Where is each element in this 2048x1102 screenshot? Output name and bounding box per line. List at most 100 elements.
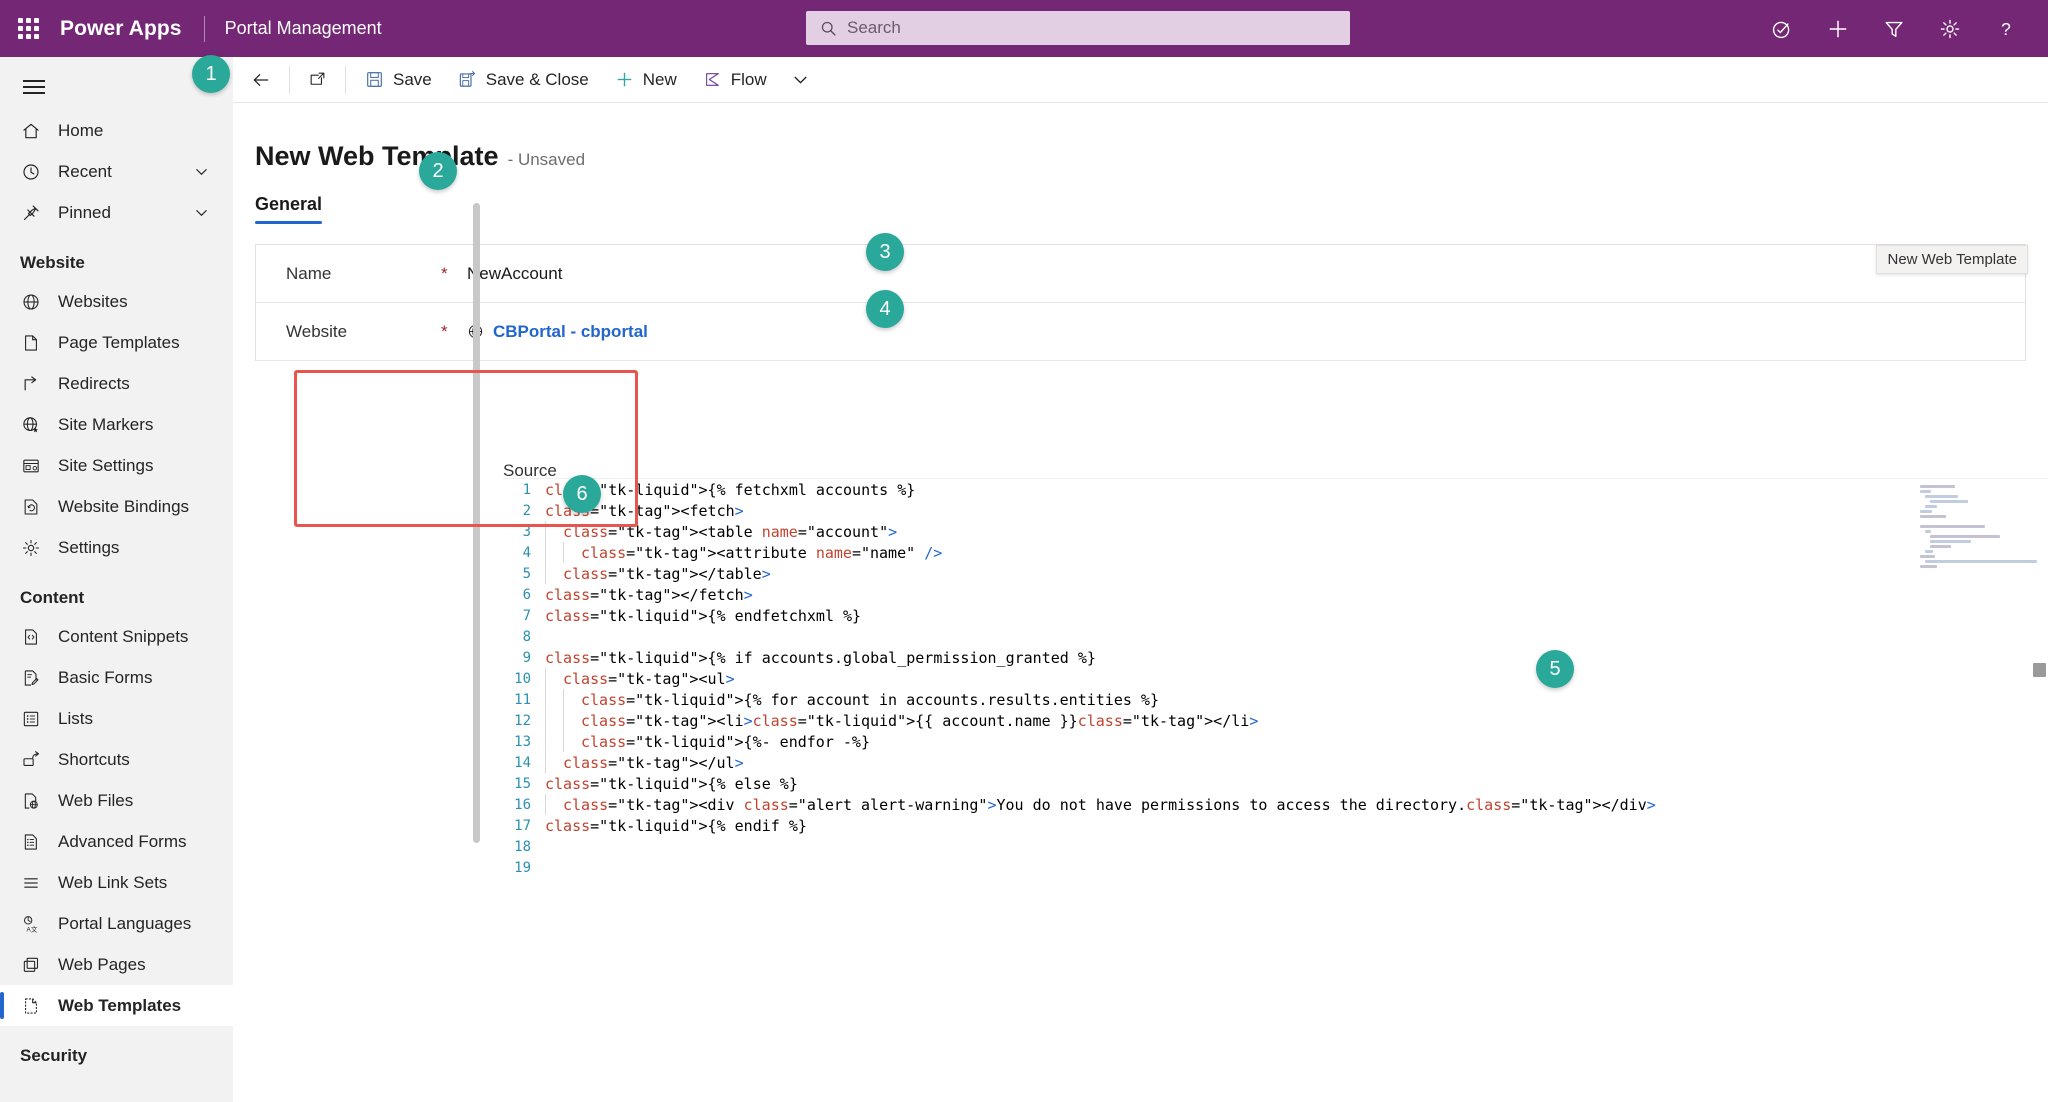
line-number: 9 xyxy=(522,649,531,666)
sidebar-item-recent[interactable]: Recent xyxy=(0,151,233,192)
website-field-label: Website xyxy=(286,321,348,341)
sidebar-item-lists[interactable]: Lists xyxy=(0,698,233,739)
line-number: 5 xyxy=(522,565,531,582)
brand-title[interactable]: Power Apps xyxy=(60,17,182,41)
code-line[interactable]: 17 class="tk-liquid">{% endif %} xyxy=(503,815,2048,836)
code-line[interactable]: 4 class="tk-tag"><attribute name="name" /… xyxy=(503,542,2048,563)
popout-button[interactable] xyxy=(290,57,345,103)
gear-icon[interactable] xyxy=(1922,0,1978,57)
code-line[interactable]: 12 class="tk-tag"><li>class="tk-liquid">{… xyxy=(503,710,2048,731)
form-scrollbar[interactable] xyxy=(473,203,480,843)
code-line[interactable]: 11 class="tk-liquid">{% for account in ac… xyxy=(503,689,2048,710)
code-line[interactable]: 10 class="tk-tag"><ul> xyxy=(503,668,2048,689)
gear-icon xyxy=(20,537,42,559)
sidebar-item-web-link-sets[interactable]: Web Link Sets xyxy=(0,862,233,903)
line-number: 6 xyxy=(522,586,531,603)
code-line[interactable]: 13 class="tk-liquid">{%- endfor -%} xyxy=(503,731,2048,752)
code-line[interactable]: 14 class="tk-tag"></ul> xyxy=(503,752,2048,773)
editor-minimap[interactable] xyxy=(1920,485,2037,568)
code-text: class="tk-liquid">{% endif %} xyxy=(545,816,807,835)
code-text: class="tk-tag"></ul> xyxy=(563,753,744,772)
code-text: class="tk-tag"></table> xyxy=(563,564,771,583)
save-close-icon xyxy=(459,71,475,87)
indent-guide xyxy=(545,710,563,731)
save-button-label: Save xyxy=(393,69,432,89)
code-text: class="tk-tag"><li>class="tk-liquid">{{ … xyxy=(581,711,1259,730)
code-line[interactable]: 16 class="tk-tag"><div class="alert alert… xyxy=(503,794,2048,815)
app-launcher-button[interactable] xyxy=(0,0,56,57)
main-content-area: Save Save & Close New Flow New Web Templ… xyxy=(233,57,2048,1102)
sidebar-item-pinned[interactable]: Pinned xyxy=(0,192,233,233)
app-name[interactable]: Portal Management xyxy=(225,18,382,39)
name-field-value: NewAccount xyxy=(467,263,563,283)
code-line[interactable]: 9 class="tk-liquid">{% if accounts.global… xyxy=(503,647,2048,668)
sidebar-item-web-pages[interactable]: Web Pages xyxy=(0,944,233,985)
settings-panel-icon xyxy=(20,455,42,477)
clock-icon xyxy=(20,161,42,183)
code-line[interactable]: 3 class="tk-tag"><table name="account"> xyxy=(503,521,2048,542)
line-number: 7 xyxy=(522,607,531,624)
chevron-down-icon[interactable] xyxy=(194,205,209,220)
sidebar-item-shortcuts[interactable]: Shortcuts xyxy=(0,739,233,780)
sidebar-item-home[interactable]: Home xyxy=(0,110,233,151)
sidebar-item-websites[interactable]: Websites xyxy=(0,281,233,322)
annotation-badge-2: 2 xyxy=(419,152,457,190)
line-number: 15 xyxy=(514,775,531,792)
code-text: class="tk-tag"><attribute name="name" /> xyxy=(581,543,943,562)
back-button[interactable] xyxy=(233,57,289,103)
sidebar-item-settings[interactable]: Settings xyxy=(0,527,233,568)
bindings-icon xyxy=(20,496,42,518)
line-number: 8 xyxy=(522,628,531,645)
minimap-line xyxy=(1920,485,1955,488)
code-line[interactable]: 18 xyxy=(503,836,2048,857)
code-line[interactable]: 15 class="tk-liquid">{% else %} xyxy=(503,773,2048,794)
search-icon xyxy=(820,20,837,37)
tab-general[interactable]: General xyxy=(255,194,323,224)
editor-vertical-scrollbar[interactable] xyxy=(2033,663,2046,677)
overflow-chevron-button[interactable] xyxy=(780,57,821,103)
code-line[interactable]: 6 class="tk-tag"></fetch> xyxy=(503,584,2048,605)
sidebar-item-redirects[interactable]: Redirects xyxy=(0,363,233,404)
advanced-form-icon xyxy=(20,831,42,853)
code-line[interactable]: 7 class="tk-liquid">{% endfetchxml %} xyxy=(503,605,2048,626)
new-icon[interactable] xyxy=(1810,0,1866,57)
filter-icon[interactable] xyxy=(1866,0,1922,57)
form-edit-icon xyxy=(20,667,42,689)
flow-button[interactable]: Flow xyxy=(690,57,780,103)
save-button[interactable]: Save xyxy=(352,57,445,103)
sidebar-item-web-templates[interactable]: Web Templates xyxy=(0,985,233,1026)
nav-toggle-button[interactable] xyxy=(10,64,58,110)
code-line[interactable]: 8 xyxy=(503,626,2048,647)
sidebar-item-portal-languages[interactable]: A文 Portal Languages xyxy=(0,903,233,944)
sidebar-item-label: Home xyxy=(58,120,104,140)
sidebar-item-label: Websites xyxy=(58,291,128,311)
help-icon[interactable]: ? xyxy=(1978,0,2034,57)
sidebar-item-website-bindings[interactable]: Website Bindings xyxy=(0,486,233,527)
source-code-editor[interactable]: 1class="tk-liquid">{% fetchxml accounts … xyxy=(503,478,2048,1102)
save-and-close-button[interactable]: Save & Close xyxy=(445,57,602,103)
new-button[interactable]: New xyxy=(602,57,690,103)
sidebar-item-basic-forms[interactable]: Basic Forms xyxy=(0,657,233,698)
sidebar-item-advanced-forms[interactable]: Advanced Forms xyxy=(0,821,233,862)
name-input[interactable]: NewAccount xyxy=(467,264,562,284)
sidebar-item-web-files[interactable]: Web Files xyxy=(0,780,233,821)
search-input[interactable]: Search xyxy=(806,11,1350,45)
line-number: 10 xyxy=(514,670,531,687)
sidebar-item-site-settings[interactable]: Site Settings xyxy=(0,445,233,486)
code-line[interactable]: 2 class="tk-tag"><fetch> xyxy=(503,500,2048,521)
line-number: 16 xyxy=(514,796,531,813)
sidebar-item-site-markers[interactable]: Site Markers xyxy=(0,404,233,445)
sidebar-item-page-templates[interactable]: Page Templates xyxy=(0,322,233,363)
link-sets-icon xyxy=(20,872,42,894)
sidebar-item-content-snippets[interactable]: Content Snippets xyxy=(0,616,233,657)
website-lookup-input[interactable]: CBPortal - cbportal xyxy=(467,322,648,342)
web-file-icon xyxy=(20,790,42,812)
chevron-down-icon[interactable] xyxy=(194,164,209,179)
line-number: 17 xyxy=(514,817,531,834)
code-line[interactable]: 5 class="tk-tag"></table> xyxy=(503,563,2048,584)
code-line[interactable]: 19 xyxy=(503,857,2048,878)
code-line[interactable]: 1class="tk-liquid">{% fetchxml accounts … xyxy=(503,479,2048,500)
assistant-icon[interactable] xyxy=(1754,0,1810,57)
annotation-badge-4: 4 xyxy=(866,290,904,328)
sidebar-item-label: Redirects xyxy=(58,373,130,393)
